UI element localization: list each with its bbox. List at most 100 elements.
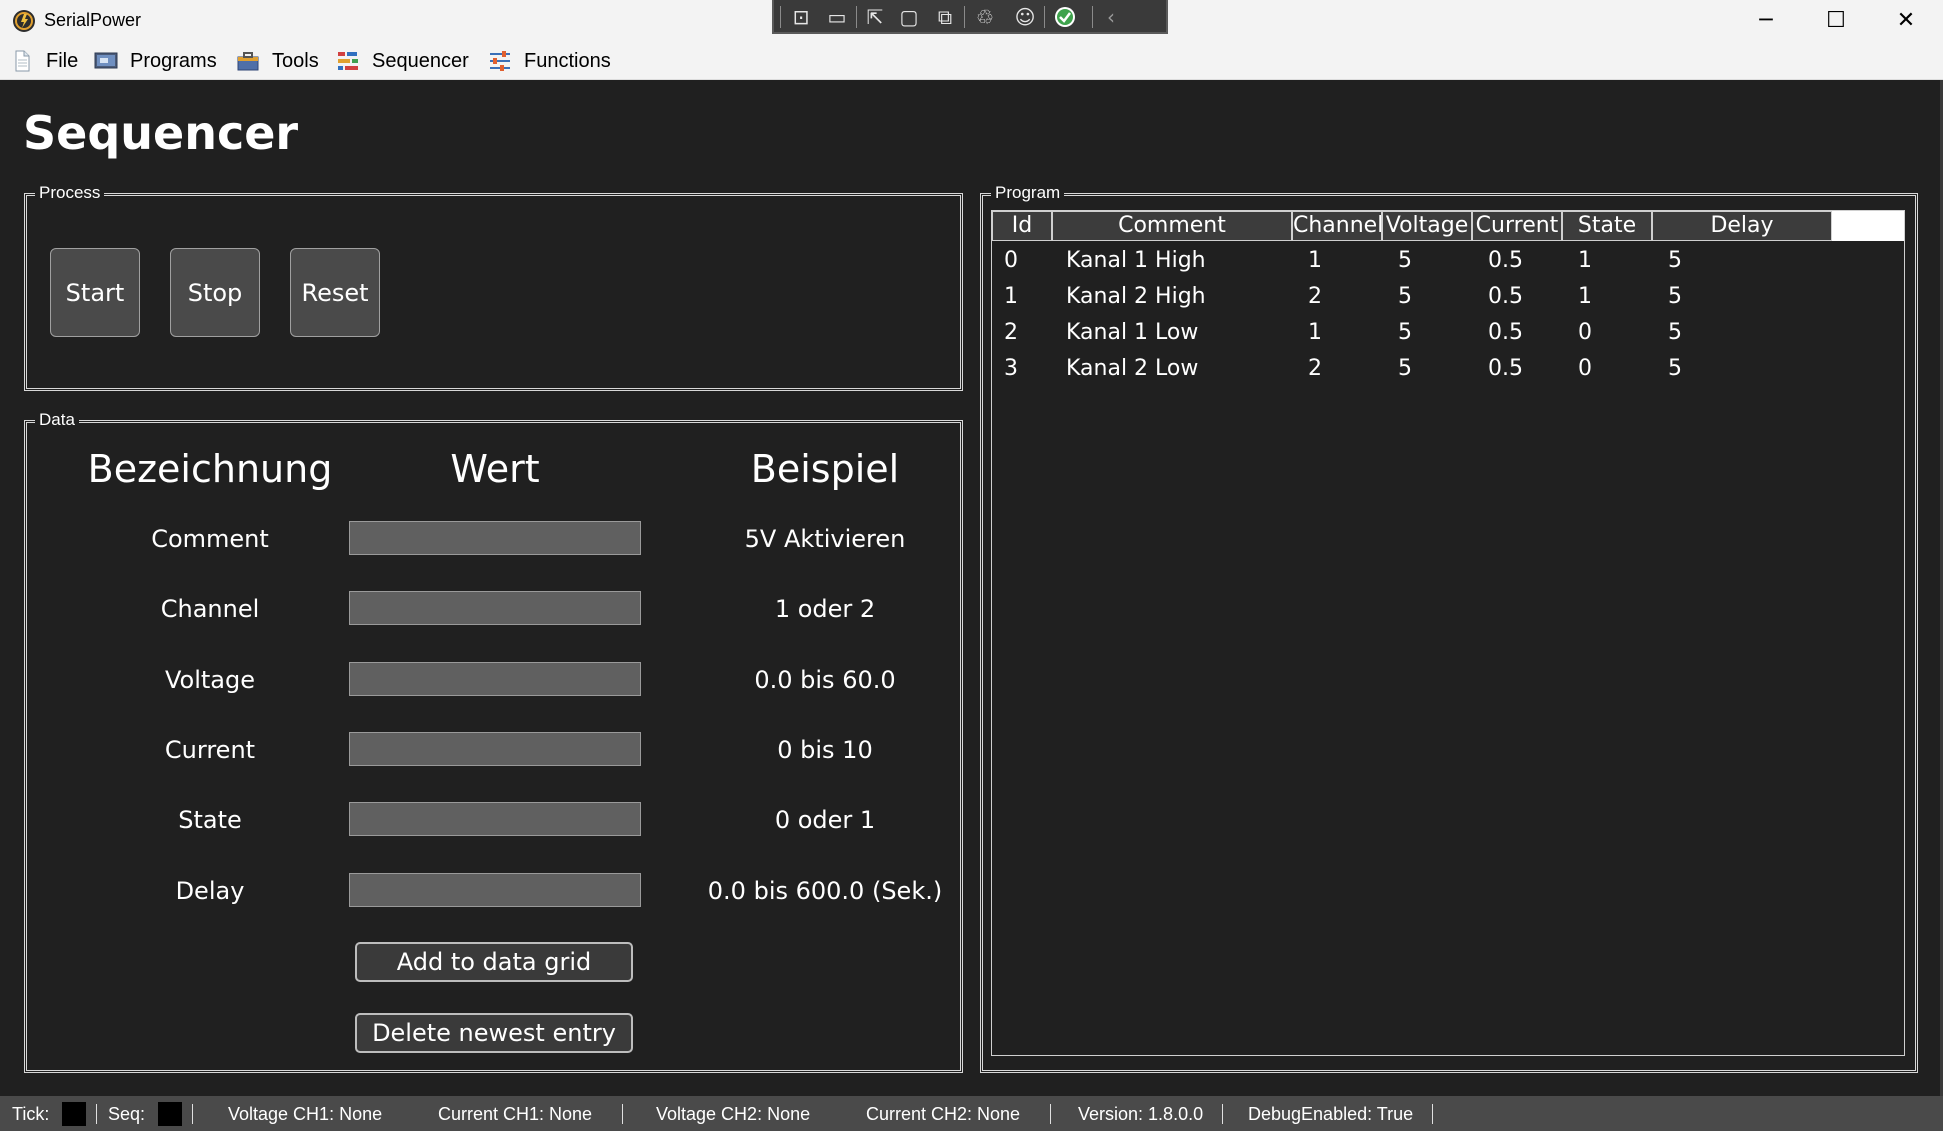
cell-state: 0 (1578, 320, 1592, 345)
grid-header-id[interactable]: Id (992, 211, 1052, 241)
menu-functions-label: Functions (524, 49, 611, 72)
state-example: 0 oder 1 (774, 806, 876, 834)
current-input[interactable] (349, 732, 641, 766)
cell-channel: 2 (1308, 356, 1322, 381)
cell-voltage: 5 (1398, 284, 1412, 309)
cell-voltage: 5 (1398, 248, 1412, 273)
menu-functions[interactable]: Functions (488, 48, 611, 74)
column-header-bezeichnung: Bezeichnung (87, 447, 333, 491)
toolbar-separator (964, 6, 965, 28)
grid-header-channel[interactable]: Channel (1292, 211, 1382, 241)
grid-header-filler (1832, 211, 1904, 241)
cell-id: 1 (1004, 284, 1018, 309)
comment-input[interactable] (349, 521, 641, 555)
state-input[interactable] (349, 802, 641, 836)
grid-header-current[interactable]: Current (1472, 211, 1562, 241)
delay-label: Delay (175, 877, 245, 905)
status-separator (622, 1104, 623, 1124)
menu-tools[interactable]: Tools (236, 48, 319, 74)
select-element-icon[interactable]: ⊡ (786, 4, 816, 30)
delay-input[interactable] (349, 873, 641, 907)
toolbar-separator (1092, 6, 1093, 28)
cell-current: 0.5 (1488, 356, 1523, 381)
pointer-select-icon[interactable]: ⇱ (860, 4, 890, 30)
add-to-data-grid-button[interactable]: Add to data grid (355, 942, 633, 982)
grid-header-voltage[interactable]: Voltage (1382, 211, 1472, 241)
status-separator (1050, 1104, 1051, 1124)
debug-toolbar: ⊡ ▭ ⇱ ▢ ⧉ ♲ ☺ ‹ (772, 0, 1168, 34)
start-button[interactable]: Start (50, 248, 140, 337)
status-separator (96, 1104, 97, 1124)
table-row[interactable]: 0 Kanal 1 High 1 5 0.5 1 5 (992, 243, 1904, 279)
debug-status: DebugEnabled: True (1248, 1104, 1414, 1124)
grid-header-comment[interactable]: Comment (1052, 211, 1292, 241)
voltage-example: 0.0 bis 60.0 (754, 666, 896, 694)
cell-delay: 5 (1668, 284, 1682, 309)
tick-label: Tick: (12, 1104, 50, 1124)
window-title: SerialPower (44, 10, 142, 30)
reset-button[interactable]: Reset (290, 248, 380, 337)
delete-newest-entry-button[interactable]: Delete newest entry (355, 1013, 633, 1053)
cell-channel: 2 (1308, 284, 1322, 309)
minimize-button[interactable]: ─ (1731, 0, 1801, 42)
page-title: Sequencer (23, 106, 299, 160)
version-status: Version: 1.8.0.0 (1078, 1104, 1204, 1124)
voltage-input[interactable] (349, 662, 641, 696)
cell-delay: 5 (1668, 356, 1682, 381)
cell-delay: 5 (1668, 248, 1682, 273)
collapse-icon[interactable]: ‹ (1096, 4, 1126, 30)
current-label: Current (164, 736, 256, 764)
menu-bar: File Programs Tools Sequencer Functions (0, 42, 1943, 80)
table-row[interactable]: 2 Kanal 1 Low 1 5 0.5 0 5 (992, 315, 1904, 351)
cell-state: 0 (1578, 356, 1592, 381)
table-row[interactable]: 1 Kanal 2 High 2 5 0.5 1 5 (992, 279, 1904, 315)
toolbox-icon (237, 52, 259, 71)
sliders-icon (490, 51, 510, 71)
cell-channel: 1 (1308, 320, 1322, 345)
channel-input[interactable] (349, 591, 641, 625)
cell-comment: Kanal 2 Low (1066, 356, 1199, 381)
cell-current: 0.5 (1488, 248, 1523, 273)
column-header-beispiel: Beispiel (750, 447, 900, 491)
cell-state: 1 (1578, 284, 1592, 309)
status-separator (192, 1104, 193, 1124)
title-bar: SerialPower ⊡ ▭ ⇱ ▢ ⧉ ♲ ☺ ‹ ─ ☐ ✕ (0, 0, 1943, 42)
menu-programs-label: Programs (130, 49, 217, 72)
sequencer-icon (338, 52, 358, 70)
layout-adorners-icon[interactable]: ▢ (894, 4, 924, 30)
track-focus-icon[interactable]: ⧉ (930, 4, 960, 30)
current-example: 0 bis 10 (777, 736, 873, 764)
status-separator (1432, 1104, 1433, 1124)
accessibility-icon[interactable]: ☺ (1010, 4, 1040, 30)
binding-check-icon[interactable] (1052, 5, 1078, 29)
record-icon[interactable]: ▭ (822, 4, 852, 30)
cell-id: 3 (1004, 356, 1018, 381)
menu-sequencer[interactable]: Sequencer (336, 48, 469, 74)
stop-button[interactable]: Stop (170, 248, 260, 337)
hot-reload-icon[interactable]: ♲ (970, 4, 1000, 30)
menu-tools-label: Tools (272, 49, 319, 72)
table-row[interactable]: 3 Kanal 2 Low 2 5 0.5 0 5 (992, 351, 1904, 387)
cell-current: 0.5 (1488, 320, 1523, 345)
app-window: SerialPower ⊡ ▭ ⇱ ▢ ⧉ ♲ ☺ ‹ ─ ☐ ✕ File P… (0, 0, 1943, 1131)
app-logo-icon (13, 10, 35, 32)
toolbar-grip (780, 6, 781, 28)
toolbar-separator (1044, 6, 1045, 28)
programs-icon (94, 52, 118, 69)
comment-label: Comment (151, 525, 269, 553)
cell-current: 0.5 (1488, 284, 1523, 309)
menu-programs[interactable]: Programs (94, 48, 217, 74)
channel-label: Channel (160, 595, 260, 623)
maximize-button[interactable]: ☐ (1801, 0, 1871, 42)
program-data-grid[interactable]: Id Comment Channel Voltage Current State… (991, 210, 1905, 1056)
status-bar: Tick: Seq: Voltage CH1: None Current CH1… (0, 1096, 1943, 1131)
delay-example: 0.0 bis 600.0 (Sek.) (707, 877, 943, 905)
status-separator (1222, 1104, 1223, 1124)
grid-header-state[interactable]: State (1562, 211, 1652, 241)
grid-header-delay[interactable]: Delay (1652, 211, 1832, 241)
cell-comment: Kanal 2 High (1066, 284, 1206, 309)
close-button[interactable]: ✕ (1871, 0, 1941, 42)
menu-file[interactable]: File (10, 48, 78, 74)
cell-state: 1 (1578, 248, 1592, 273)
seq-label: Seq: (108, 1104, 146, 1124)
